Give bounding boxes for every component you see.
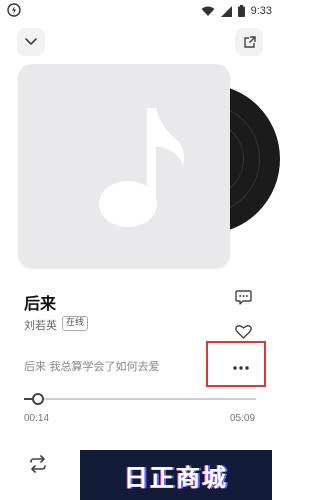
- repeat-icon[interactable]: [28, 455, 48, 473]
- progress-track[interactable]: [34, 398, 256, 400]
- watermark-banner: 日正商城: [80, 450, 272, 500]
- more-icon: [233, 366, 249, 370]
- comment-icon: [234, 289, 252, 305]
- lyric-line[interactable]: 后来 我总算学会了如何去爱: [24, 358, 160, 374]
- wifi-icon: [201, 6, 215, 16]
- collapse-button[interactable]: [17, 28, 45, 56]
- more-button[interactable]: [224, 356, 258, 380]
- signal-icon: [220, 5, 232, 17]
- share-button[interactable]: [235, 28, 263, 56]
- duration: 05:09: [230, 413, 256, 424]
- artist-name[interactable]: 刘若英: [24, 317, 57, 333]
- progress-handle[interactable]: [32, 393, 44, 405]
- song-title: 后来: [24, 294, 57, 313]
- current-time: 00:14: [24, 413, 50, 424]
- heart-icon: [234, 324, 252, 339]
- sync-icon: [7, 3, 21, 17]
- chevron-down-icon: [25, 38, 37, 45]
- like-button[interactable]: [233, 322, 253, 340]
- music-note-icon: [99, 108, 185, 227]
- online-badge: 在线: [62, 316, 89, 331]
- watermark-text: 日正商城: [124, 463, 228, 492]
- comment-button[interactable]: [233, 288, 253, 306]
- album-cover: [18, 64, 230, 268]
- share-icon: [243, 35, 256, 48]
- status-right: 9:33: [201, 4, 272, 18]
- status-bar: 9:33: [0, 0, 280, 22]
- status-time: 9:33: [250, 5, 272, 17]
- battery-icon: [237, 5, 245, 17]
